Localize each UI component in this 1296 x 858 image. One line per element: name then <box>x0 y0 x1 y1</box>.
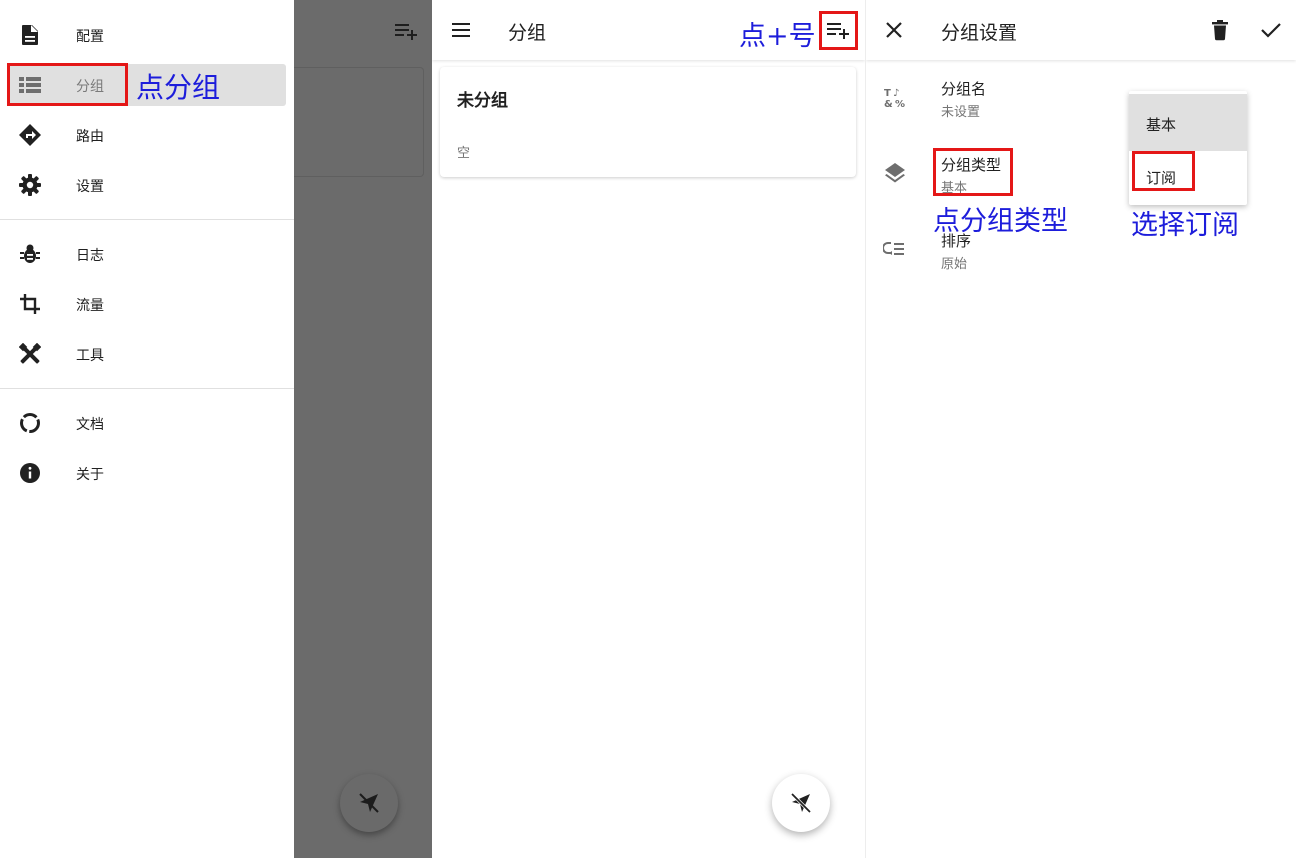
tools-icon <box>18 342 42 366</box>
nav-item-route[interactable]: 路由 <box>0 114 294 156</box>
annotation-tap-group: 点分组 <box>136 71 221 104</box>
group-list-screen: 分组 未分组 空 点+号 <box>432 0 865 858</box>
nav-item-traffic[interactable]: 流量 <box>0 283 294 325</box>
menu-option-basic[interactable]: 基本 <box>1129 94 1247 151</box>
dimmed-add-list-icon <box>394 20 418 42</box>
pref-value: 未设置 <box>941 105 981 120</box>
connect-fab[interactable] <box>772 774 830 832</box>
nav-item-label: 工具 <box>76 348 104 364</box>
pref-title: 分组名 <box>941 80 987 98</box>
file-icon <box>18 23 42 47</box>
nav-item-about[interactable]: 关于 <box>0 452 294 494</box>
menu-icon[interactable] <box>450 18 474 42</box>
nav-item-label: 流量 <box>76 298 104 314</box>
annotation-tap-plus: 点+号 <box>739 21 816 52</box>
annotation-tap-group-type: 点分组类型 <box>933 206 1068 237</box>
text-format-icon: T ♪ &% <box>883 85 907 109</box>
svg-text:%: % <box>895 99 905 109</box>
nav-item-label: 配置 <box>76 29 104 45</box>
drawer-divider <box>0 219 294 220</box>
dimmed-group-card <box>294 67 424 177</box>
send-off-icon <box>790 792 812 814</box>
drawer-divider <box>0 388 294 389</box>
page-title: 分组设置 <box>941 22 1018 44</box>
menu-option-label: 基本 <box>1146 116 1177 134</box>
group-card-ungrouped[interactable]: 未分组 空 <box>440 67 856 177</box>
nav-item-profiles[interactable]: 配置 <box>0 14 294 56</box>
highlight-box-subscribe <box>1132 151 1195 191</box>
highlight-box-add <box>819 11 858 50</box>
nav-item-docs[interactable]: 文档 <box>0 402 294 444</box>
donut-icon <box>18 411 42 435</box>
nav-item-settings[interactable]: 设置 <box>0 164 294 206</box>
annotation-choose-subscribe: 选择订阅 <box>1131 210 1239 241</box>
bug-icon <box>18 242 42 266</box>
sort-icon <box>883 237 907 261</box>
highlight-box-groups <box>7 63 128 106</box>
svg-text:T: T <box>884 88 891 99</box>
page-title: 分组 <box>508 22 547 44</box>
svg-text:&: & <box>884 99 893 109</box>
pref-value: 原始 <box>941 257 968 272</box>
nav-item-log[interactable]: 日志 <box>0 233 294 275</box>
layers-icon <box>883 161 907 185</box>
nav-item-label: 文档 <box>76 417 104 433</box>
top-app-bar: 分组设置 <box>866 0 1296 60</box>
drawer-screen: 配置 分组 路由 设置 日志 流量 工具 文档 关于 点分组 <box>0 0 432 858</box>
nav-item-label: 关于 <box>76 467 104 483</box>
nav-item-label: 设置 <box>76 179 104 195</box>
crop-icon <box>18 292 42 316</box>
navigation-drawer: 配置 分组 路由 设置 日志 流量 工具 文档 关于 <box>0 0 294 858</box>
dimmed-connect-fab <box>340 774 398 832</box>
confirm-check-icon[interactable] <box>1259 18 1283 42</box>
group-card-title: 未分组 <box>457 91 508 111</box>
group-settings-screen: 分组设置 T ♪ &% 分组名 未设置 分组类型 基本 排序 原始 基本 订阅 … <box>865 0 1296 858</box>
svg-text:♪: ♪ <box>893 88 899 99</box>
nav-item-label: 路由 <box>76 129 104 145</box>
nav-item-tools[interactable]: 工具 <box>0 333 294 375</box>
nav-item-label: 日志 <box>76 248 104 264</box>
highlight-box-group-type <box>933 148 1013 196</box>
info-icon <box>18 461 42 485</box>
close-icon[interactable] <box>883 18 907 42</box>
route-icon <box>18 123 42 147</box>
gear-icon <box>18 173 42 197</box>
group-card-subtitle: 空 <box>457 146 471 161</box>
delete-icon[interactable] <box>1209 18 1231 42</box>
